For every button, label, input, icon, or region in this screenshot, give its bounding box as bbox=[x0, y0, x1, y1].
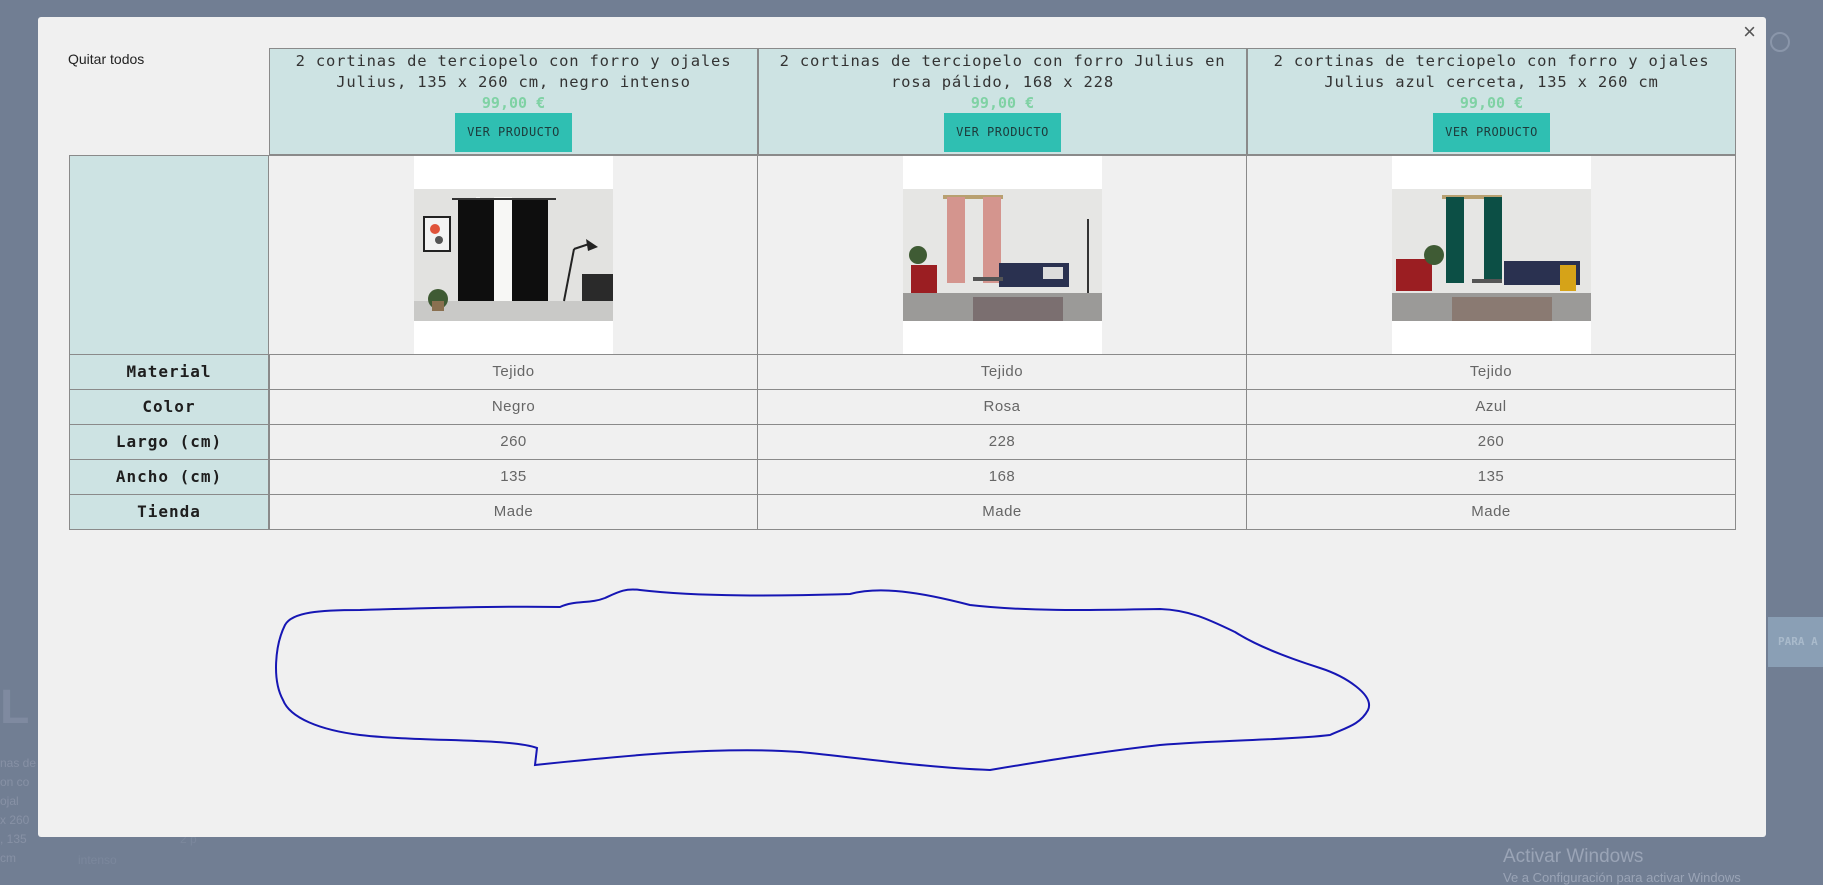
hand-drawn-annotation bbox=[275, 588, 1371, 772]
